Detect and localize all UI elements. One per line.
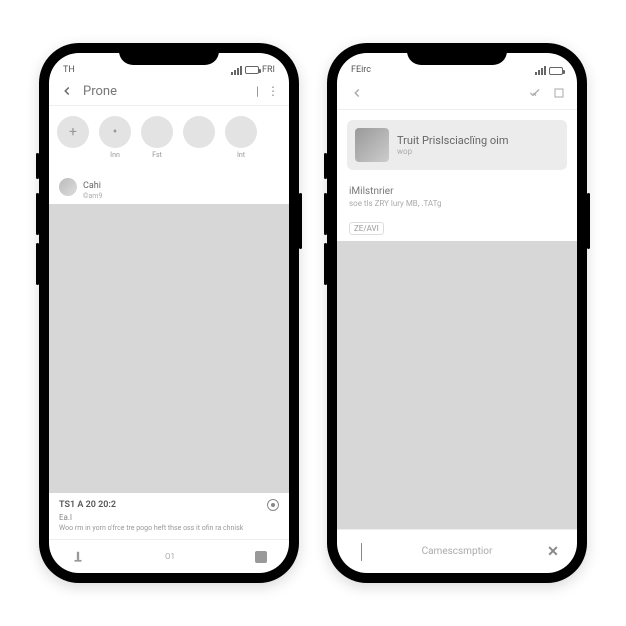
body-sub: soe tls ZRY lury MB, .TATg [349, 199, 565, 208]
body-title: iMilstnrier [349, 186, 565, 197]
back-icon[interactable] [349, 85, 365, 101]
post-header[interactable]: Cahi ©am9 [49, 169, 289, 204]
story-item[interactable]: Fst [141, 116, 173, 159]
nav-icon-right[interactable] [255, 551, 267, 563]
post-caption-label: Ea.l [59, 513, 279, 522]
post-subline: ©am9 [83, 192, 102, 200]
expand-icon[interactable] [553, 87, 565, 99]
status-right-text: FRI [262, 65, 275, 75]
post-caption: Woo rm in yorn o'frce tre pogo heft thse… [59, 524, 279, 533]
card-title: Truit Prislsciaclïng oim [397, 134, 508, 147]
notch [119, 43, 219, 65]
phone-mockup-right: FEirc Truit Pris [327, 43, 587, 583]
app-header [337, 77, 577, 110]
status-left: TH [63, 65, 75, 75]
story-circle-icon: • [99, 116, 131, 148]
story-circle-icon [183, 116, 215, 148]
post-meta: TS1 A 20 20:2 Ea.l Woo rm in yorn o'frce… [49, 493, 289, 539]
stories-row: + • Inn Fst Int [49, 106, 289, 169]
thumbnail-icon [355, 128, 389, 162]
signal-icon [231, 66, 242, 75]
nav-center-label: O1 [165, 552, 175, 561]
story-label: Fst [152, 151, 162, 159]
battery-icon [549, 67, 563, 75]
signal-icon [535, 66, 546, 75]
story-label: Inn [110, 151, 120, 159]
back-icon[interactable] [59, 83, 75, 99]
target-icon[interactable] [267, 499, 279, 511]
app-header: Prone | ⋮ [49, 77, 289, 106]
close-icon[interactable]: ✕ [545, 544, 561, 560]
bottom-toolbar: Camescsmptior ✕ [337, 529, 577, 573]
post-username: Cahi [83, 181, 101, 191]
compose-placeholder[interactable]: Camescsmptior [381, 546, 533, 557]
status-left: FEirc [351, 65, 371, 75]
content-card[interactable]: Truit Prislsciaclïng oim wop [347, 120, 567, 170]
story-item[interactable]: + [57, 116, 89, 159]
battery-icon [245, 66, 259, 74]
content-pane-placeholder[interactable] [337, 241, 577, 529]
divider-icon: | [256, 84, 259, 98]
body-tag[interactable]: ZE/AVI [349, 222, 384, 235]
menu-icon[interactable]: ⋮ [267, 84, 279, 98]
story-circle-icon [141, 116, 173, 148]
bracket-open-icon[interactable] [353, 544, 369, 560]
story-circle-icon: + [57, 116, 89, 148]
notch [407, 43, 507, 65]
card-sub: wop [397, 147, 508, 156]
phone-mockup-left: TH FRI Prone | ⋮ + • Inn [39, 43, 299, 583]
story-item[interactable]: • Inn [99, 116, 131, 159]
avatar-icon [59, 178, 77, 196]
story-circle-icon [225, 116, 257, 148]
story-item[interactable]: Int [225, 116, 257, 159]
post-date: TS1 A 20 20:2 [59, 500, 116, 510]
nav-icon-left[interactable] [71, 550, 85, 564]
page-title: Prone [83, 84, 248, 99]
section-body: iMilstnrier soe tls ZRY lury MB, .TATg Z… [337, 180, 577, 241]
post-image-placeholder[interactable] [49, 204, 289, 493]
story-item[interactable] [183, 116, 215, 159]
story-label: Int [237, 151, 245, 159]
bottom-nav: O1 [49, 539, 289, 573]
check-icon[interactable] [527, 87, 543, 99]
